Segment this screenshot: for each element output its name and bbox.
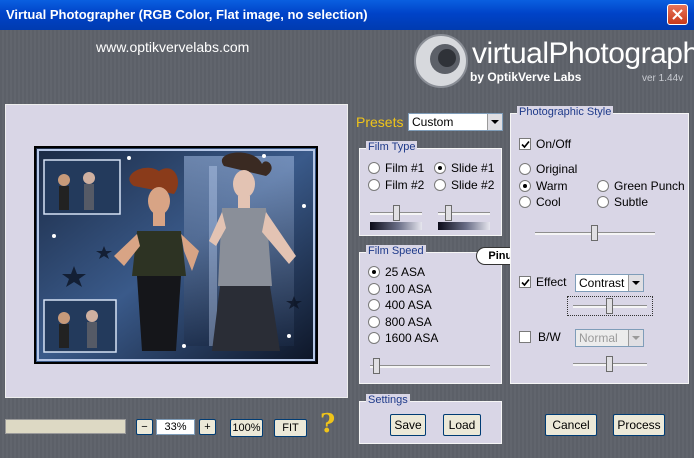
radio-100-asa[interactable] [368,283,380,295]
zoom-100-button[interactable]: 100% [230,419,263,437]
radio-label: Film #2 [385,178,425,192]
radio-film-1[interactable] [368,162,380,174]
radio-film-2[interactable] [368,179,380,191]
radio-label: Cool [536,195,561,209]
onoff-checkbox[interactable] [519,138,531,150]
title-bar[interactable]: Virtual Photographer (RGB Color, Flat im… [0,0,694,30]
presets-label: Presets [356,114,404,130]
slide-slider-thumb[interactable] [445,205,452,221]
radio-label: 1600 ASA [385,331,439,345]
help-icon[interactable]: ? [320,409,335,439]
website-url: www.optikvervelabs.com [96,39,250,55]
film-type-group: Film Type Film #1 Slide #1 Film #2 Slide… [359,141,502,236]
preview-panel [5,104,348,398]
radio-label: 25 ASA [385,265,426,279]
version-label: ver 1.44v [642,73,684,84]
radio-label: Original [536,162,578,176]
onoff-label: On/Off [536,137,572,151]
radio-1600-asa[interactable] [368,332,380,344]
cancel-button[interactable]: Cancel [545,414,597,436]
film-speed-label: Film Speed [366,245,426,257]
radio-800-asa[interactable] [368,316,380,328]
logo-ring-icon [414,34,468,88]
check-icon [521,140,530,149]
effect-label: Effect [536,275,567,289]
film-speed-slider-track[interactable] [370,365,490,368]
effect-slider-thumb[interactable] [606,298,613,314]
radio-warm[interactable] [519,180,531,192]
settings-label: Settings [366,394,410,406]
effect-dropdown[interactable]: Contrast [575,274,644,292]
chevron-down-icon[interactable] [628,275,643,291]
radio-label: Green Punch [614,179,685,193]
slide-gradient-bar [438,222,490,230]
radio-25-asa[interactable] [368,266,380,278]
close-icon [672,9,683,20]
radio-label: Warm [536,179,568,193]
bw-dropdown[interactable]: Normal [575,329,644,347]
bw-value: Normal [579,331,618,345]
radio-label: Slide #2 [451,178,495,192]
bw-checkbox[interactable] [519,331,531,343]
effect-value: Contrast [579,276,625,290]
presets-value: Custom [412,115,454,129]
logo: virtualPhotographer by OptikVerve Labs v… [412,32,694,92]
radio-label: 800 ASA [385,315,432,329]
film-speed-slider-thumb[interactable] [373,358,380,374]
radio-slide-1[interactable] [434,162,446,174]
chevron-down-icon[interactable] [628,330,643,346]
virtual-photographer-window: Virtual Photographer (RGB Color, Flat im… [0,0,694,458]
radio-400-asa[interactable] [368,299,380,311]
radio-label: Slide #1 [451,161,495,175]
zoom-value[interactable]: 33% [156,419,195,435]
chevron-down-icon[interactable] [487,114,502,130]
presets-dropdown[interactable]: Custom [408,113,503,131]
process-button[interactable]: Process [613,414,665,436]
effect-checkbox[interactable] [519,276,531,288]
film-gradient-bar [370,222,422,230]
logo-subtitle: by OptikVerve Labs [470,70,582,84]
photographic-style-group: Photographic Style On/Off Original Warm … [510,106,689,384]
bw-slider-thumb[interactable] [606,356,613,372]
close-button[interactable] [667,4,688,25]
film-slider-thumb[interactable] [393,205,400,221]
zoom-out-button[interactable]: − [136,419,153,435]
film-type-label: Film Type [366,141,418,153]
bw-label: B/W [538,330,561,344]
radio-subtle[interactable] [597,196,609,208]
film-speed-group: Film Speed 25 ASA 100 ASA 400 ASA 800 AS… [359,245,502,384]
style-slider-thumb[interactable] [591,225,598,241]
radio-label: 400 ASA [385,298,432,312]
radio-label: Film #1 [385,161,425,175]
radio-cool[interactable] [519,196,531,208]
progress-bar [5,419,126,434]
window-title: Virtual Photographer (RGB Color, Flat im… [6,7,368,22]
photographic-style-label: Photographic Style [517,106,614,118]
settings-group: Settings Save Load [359,394,502,444]
radio-label: Subtle [614,195,649,209]
radio-green-punch[interactable] [597,180,609,192]
logo-title: virtualPhotographer [472,37,694,70]
check-icon [521,278,530,287]
image-preview[interactable] [34,146,318,364]
radio-label: 100 ASA [385,282,432,296]
zoom-fit-button[interactable]: FIT [274,419,307,437]
radio-original[interactable] [519,163,531,175]
radio-slide-2[interactable] [434,179,446,191]
save-button[interactable]: Save [390,414,426,436]
zoom-in-button[interactable]: + [199,419,216,435]
preview-photo [36,148,316,362]
load-button[interactable]: Load [443,414,481,436]
